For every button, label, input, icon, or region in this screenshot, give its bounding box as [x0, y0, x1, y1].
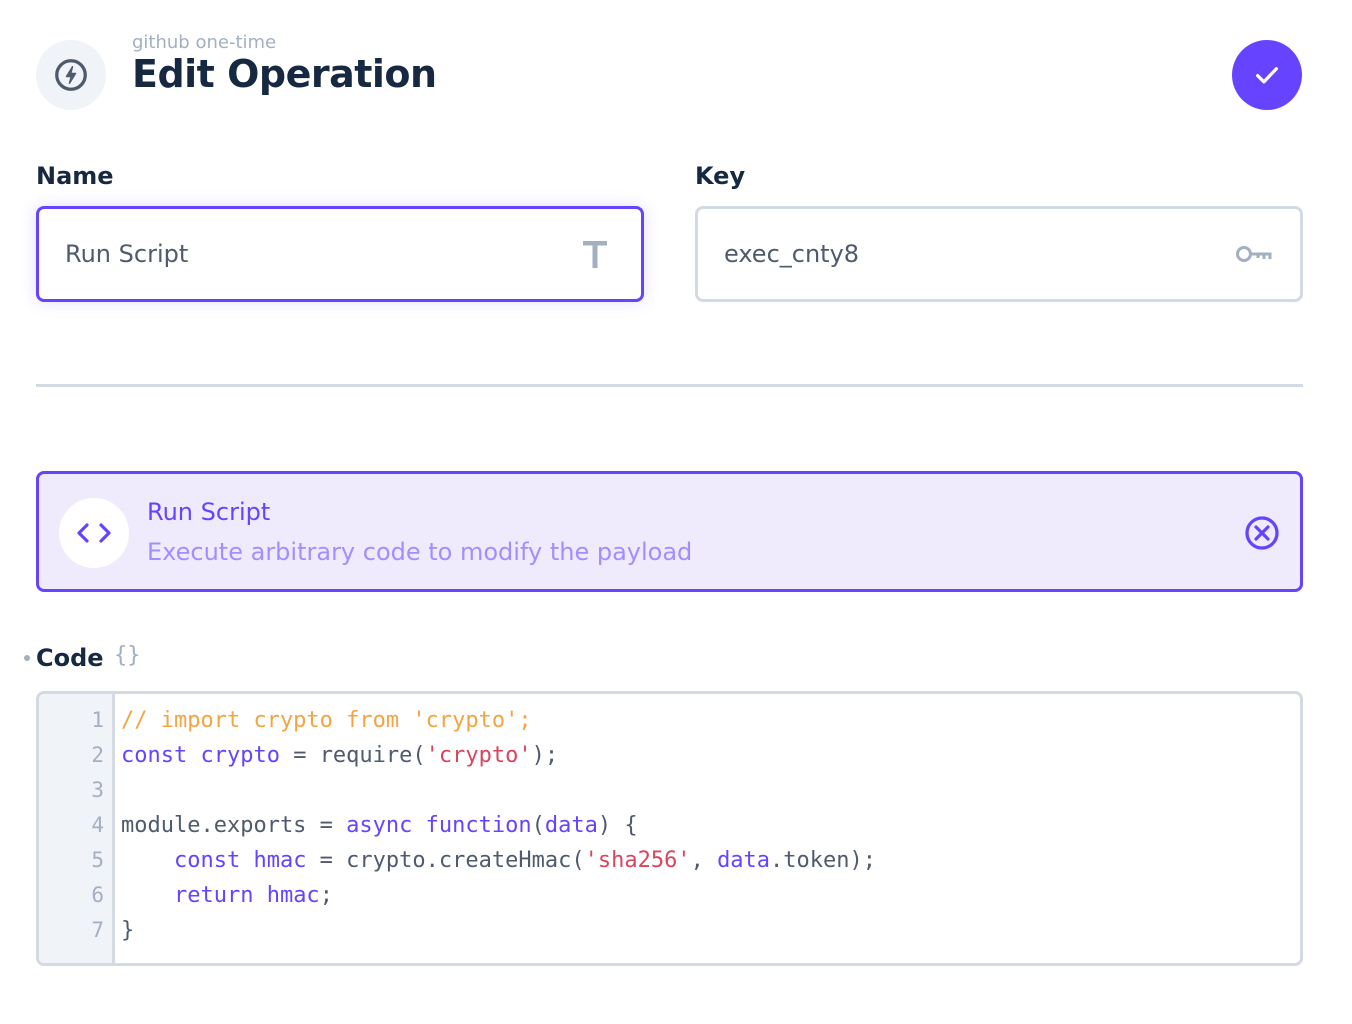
line-number: 4 — [91, 813, 104, 837]
page-title: Edit Operation — [132, 52, 437, 96]
code-token: = require( — [279, 743, 426, 768]
code-braces-icon: {} — [114, 643, 141, 668]
code-token: 'crypto' — [425, 743, 532, 768]
code-token: ); — [531, 743, 559, 768]
code-token: // import crypto from 'crypto'; — [121, 708, 532, 733]
line-number: 3 — [91, 778, 104, 802]
line-number: 1 — [91, 708, 104, 732]
code-token: , — [690, 848, 718, 873]
code-token: 'sha256' — [584, 848, 691, 873]
code-token: data — [544, 813, 598, 838]
text-T-icon — [575, 234, 615, 274]
name-input[interactable] — [65, 240, 575, 268]
code-token: ( — [531, 813, 545, 838]
code-line: // import crypto from 'crypto'; — [121, 703, 532, 738]
line-number: 5 — [91, 848, 104, 872]
code-line: const crypto = require('crypto'); — [121, 738, 558, 773]
operation-card-icon — [59, 498, 129, 568]
save-button[interactable] — [1232, 40, 1302, 110]
code-token: return hmac — [173, 883, 320, 908]
line-number: 2 — [91, 743, 104, 767]
operation-type-icon — [36, 40, 106, 110]
deselect-operation-button[interactable] — [1243, 514, 1281, 552]
key-label: Key — [695, 162, 746, 190]
code-line: } — [121, 913, 134, 948]
code-token: module.exports = — [121, 813, 347, 838]
code-token: = crypto.createHmac( — [306, 848, 585, 873]
name-field-wrapper — [36, 206, 644, 302]
code-line: module.exports = async function(data) { — [121, 808, 638, 843]
code-brackets-icon — [77, 523, 111, 543]
check-icon — [1256, 67, 1278, 84]
page-subtitle: github one-time — [132, 32, 277, 53]
code-token: async function — [346, 813, 532, 838]
code-token: data — [717, 848, 771, 873]
key-icon — [1234, 234, 1274, 274]
operation-description: Execute arbitrary code to modify the pay… — [147, 538, 693, 566]
line-number: 6 — [91, 883, 104, 907]
line-number-gutter: 1 2 3 4 5 6 7 — [39, 694, 115, 963]
line-number: 7 — [91, 918, 104, 942]
code-label: Code — [36, 644, 104, 672]
key-input[interactable] — [724, 240, 1234, 268]
key-field-wrapper — [695, 206, 1303, 302]
code-line: return hmac; — [121, 878, 333, 913]
code-token: ; — [319, 883, 333, 908]
bolt-icon — [55, 59, 87, 91]
operation-title: Run Script — [147, 498, 271, 526]
code-line: const hmac = crypto.createHmac('sha256',… — [121, 843, 876, 878]
code-token: } — [121, 918, 135, 943]
operation-card[interactable]: Run Script Execute arbitrary code to mod… — [36, 471, 1303, 592]
close-circle-icon — [1245, 516, 1279, 550]
code-token: .token); — [770, 848, 877, 873]
section-divider — [36, 384, 1303, 387]
required-indicator — [24, 655, 30, 661]
name-label: Name — [36, 162, 114, 190]
code-token: ) { — [597, 813, 638, 838]
code-editor[interactable]: 1 2 3 4 5 6 7 // import crypto from 'crypto'; c… — [36, 691, 1303, 966]
code-token: const crypto — [121, 743, 280, 768]
code-token: const hmac — [173, 848, 307, 873]
